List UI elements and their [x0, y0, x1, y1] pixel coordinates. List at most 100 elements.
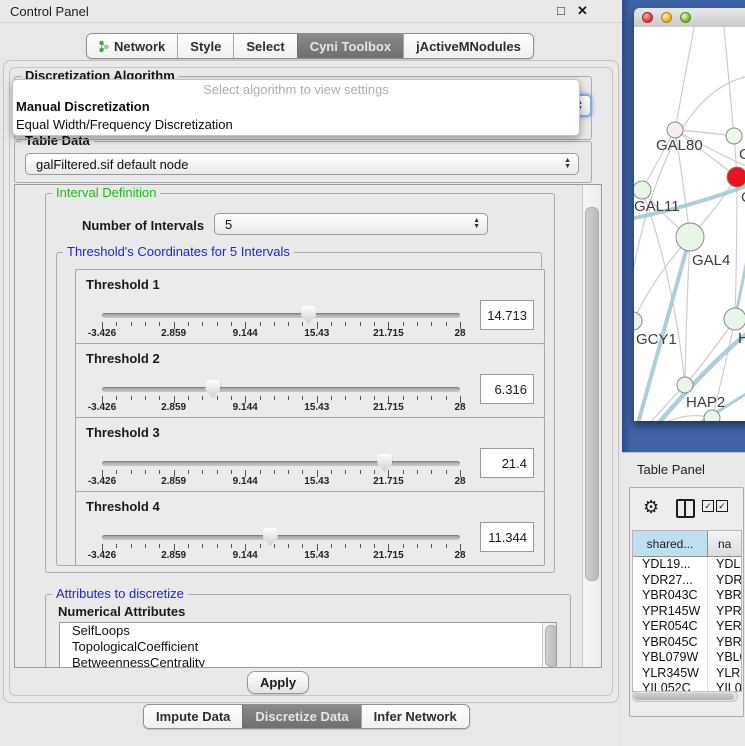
slider-tick-label: 21.715 [373, 328, 404, 339]
table-data-combobox[interactable]: galFiltered.sif default node ▲▼ [25, 153, 579, 175]
tab-discretize-data[interactable]: Discretize Data [242, 705, 360, 728]
tab-infer-network[interactable]: Infer Network [361, 705, 469, 728]
tab-label: Network [114, 39, 165, 54]
table-panel-title: Table Panel [637, 462, 705, 477]
minimize-traffic-light-icon[interactable] [661, 12, 672, 23]
split-columns-icon[interactable] [676, 499, 695, 518]
network-view-window[interactable]: GAL80GCGAL11GAL4GCY1HHAP2 [634, 8, 745, 421]
network-canvas[interactable]: GAL80GCGAL11GAL4GCY1HHAP2 [634, 27, 745, 421]
slider-minor-tick [274, 396, 275, 400]
dropdown-item-equal-width-frequency[interactable]: Equal Width/Frequency Discretization [13, 116, 579, 134]
slider-minor-tick [403, 470, 404, 474]
table-row[interactable]: YDL19...YDL1 [633, 557, 741, 573]
apply-button[interactable]: Apply [247, 671, 309, 694]
table-row[interactable]: YPR145WYPR1 [633, 604, 741, 620]
list-scrollbar-thumb[interactable] [545, 625, 557, 667]
attribute-list-item[interactable]: SelfLoops [60, 623, 556, 639]
column-header-shared-name[interactable]: shared... [633, 531, 708, 556]
checkbox-icon[interactable]: ✓ [702, 500, 714, 512]
tab-jactivemnodules[interactable]: jActiveMNodules [403, 34, 533, 58]
network-node[interactable] [676, 223, 704, 251]
checkbox-icon[interactable]: ✓ [716, 500, 728, 512]
slider-thumb[interactable] [263, 528, 278, 546]
table-horizontal-scrollbar[interactable] [632, 691, 738, 702]
control-panel-tabbar: Network StyleSelectCyni ToolboxjActiveMNo… [86, 33, 534, 59]
number-of-intervals-combobox[interactable]: 5 ▲▼ [214, 213, 488, 235]
table-row[interactable]: YIL052CYIL0 [633, 681, 741, 691]
table-header-row: shared... na [633, 531, 741, 557]
network-node[interactable] [726, 128, 742, 144]
slider-minor-tick [431, 470, 432, 474]
table-row[interactable]: YLR345WYLR3 [633, 666, 741, 682]
tab-style[interactable]: Style [177, 34, 233, 58]
network-node[interactable] [634, 312, 642, 330]
table-row[interactable]: YER054CYER0 [633, 619, 741, 635]
network-window-titlebar[interactable] [634, 8, 745, 28]
slider-minor-tick [217, 322, 218, 326]
threshold-value-field[interactable]: 6.316 [480, 374, 534, 404]
slider-thumb[interactable] [377, 454, 392, 472]
slider-minor-tick [331, 396, 332, 400]
slider-minor-tick [131, 470, 132, 474]
slider-thumb[interactable] [205, 380, 220, 398]
slider-minor-tick [417, 470, 418, 474]
threshold-value-field[interactable]: 21.4 [480, 448, 534, 478]
float-window-icon[interactable]: □ [557, 3, 565, 18]
tab-label: Impute Data [156, 709, 230, 724]
network-node[interactable] [724, 308, 745, 330]
network-node[interactable] [727, 167, 745, 187]
attribute-list-item[interactable]: BetweennessCentrality [60, 655, 556, 668]
list-scrollbar[interactable] [542, 623, 556, 668]
network-node[interactable] [677, 377, 693, 393]
table-row[interactable]: YBL079WYBL0 [633, 650, 741, 666]
table-row[interactable]: YBR043CYBR0 [633, 588, 741, 604]
slider-minor-tick [217, 544, 218, 548]
tab-select[interactable]: Select [233, 34, 296, 58]
slider-minor-tick [431, 322, 432, 326]
dropdown-placeholder-item[interactable]: Select algorithm to view settings [13, 80, 579, 98]
cell-shared-name: YBL079W [633, 650, 708, 666]
table-row[interactable]: YBR045CYBR0 [633, 635, 741, 651]
slider-minor-tick [302, 470, 303, 474]
table-row[interactable]: YDR27...YDR2 [633, 573, 741, 589]
main-scrollbar[interactable] [582, 185, 600, 667]
network-graph: GAL80GCGAL11GAL4GCY1HHAP2 [634, 27, 745, 421]
close-icon[interactable]: ✕ [577, 3, 588, 19]
slider-tick-label: 15.43 [304, 402, 329, 413]
threshold-value-field[interactable]: 11.344 [480, 522, 534, 552]
tab-cyni-toolbox[interactable]: Cyni Toolbox [297, 34, 403, 58]
network-node[interactable] [667, 122, 683, 138]
numerical-attributes-list[interactable]: SelfLoopsTopologicalCoefficientBetweenne… [59, 622, 557, 668]
tab-impute-data[interactable]: Impute Data [144, 705, 242, 728]
slider-minor-tick [260, 396, 261, 400]
slider-track[interactable] [102, 387, 460, 392]
network-edge [634, 416, 712, 421]
slider-minor-tick [159, 470, 160, 474]
network-node[interactable] [634, 181, 651, 199]
slider-track[interactable] [102, 461, 460, 466]
threshold-label: Threshold 3 [86, 425, 160, 440]
tab-network[interactable]: Network [87, 34, 177, 58]
slider-minor-tick [288, 544, 289, 548]
slider-minor-tick [159, 544, 160, 548]
attribute-list-item[interactable]: TopologicalCoefficient [60, 639, 556, 655]
slider-minor-tick [145, 322, 146, 326]
cell-name: YER0 [708, 619, 741, 635]
cell-shared-name: YLR345W [633, 666, 708, 682]
main-scrollbar-thumb[interactable] [585, 207, 599, 581]
dropdown-item-manual-discretization[interactable]: Manual Discretization [13, 98, 579, 116]
slider-tick-label: 21.715 [373, 550, 404, 561]
threshold-value-field[interactable]: 14.713 [480, 300, 534, 330]
slider-minor-tick [360, 322, 361, 326]
slider-minor-tick [288, 396, 289, 400]
gear-icon[interactable]: ⚙ [643, 497, 659, 518]
close-traffic-light-icon[interactable] [642, 12, 653, 23]
column-header-name[interactable]: na [708, 531, 741, 556]
cell-shared-name: YIL052C [633, 681, 708, 691]
slider-track[interactable] [102, 535, 460, 540]
slider-track[interactable] [102, 313, 460, 318]
network-node[interactable] [704, 410, 720, 421]
table-horizontal-scrollbar-thumb[interactable] [634, 693, 734, 700]
zoom-traffic-light-icon[interactable] [680, 12, 691, 23]
network-edge [675, 27, 694, 130]
